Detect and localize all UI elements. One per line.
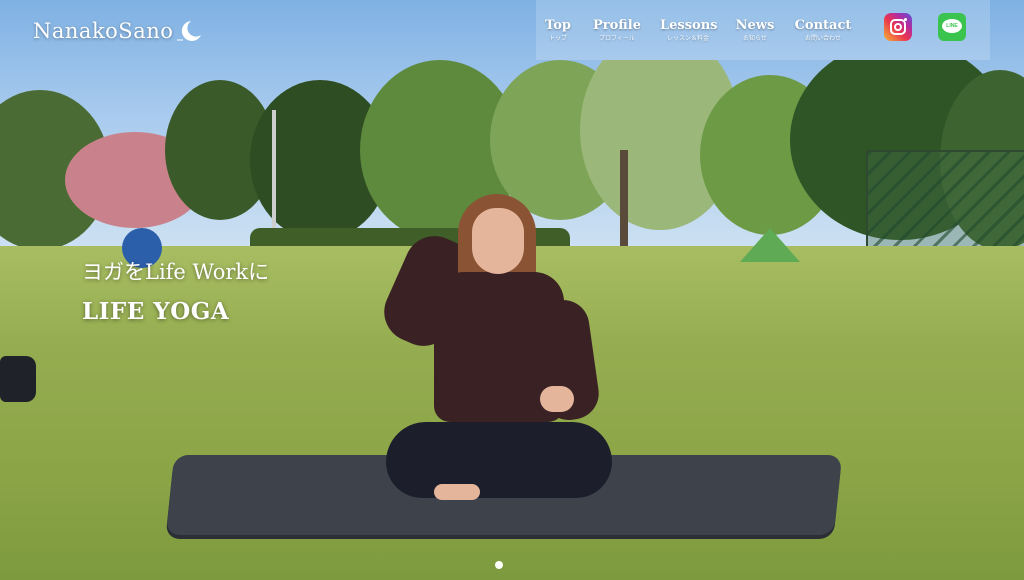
hero-title: LIFE YOGA: [82, 298, 230, 325]
line-icon-text: LINE: [942, 19, 962, 33]
nav-profile[interactable]: Profile プロフィール: [592, 18, 642, 44]
nav-news[interactable]: News お知らせ: [734, 18, 776, 44]
nav-news-sublabel: お知らせ: [743, 35, 767, 42]
yoga-person: [374, 190, 620, 510]
fence: [866, 150, 1024, 258]
moon-icon: [177, 21, 202, 41]
bag: [0, 356, 36, 402]
nav-lessons[interactable]: Lessons レッスン＆料金: [660, 18, 718, 44]
site-logo[interactable]: NanakoSano: [33, 18, 203, 44]
crossed-legs: [386, 422, 612, 498]
nav-top[interactable]: Top トップ: [544, 18, 572, 44]
line-icon[interactable]: LINE: [938, 13, 966, 41]
nav-news-label: News: [735, 18, 775, 33]
hero-tagline: ヨガをLife Workに: [82, 260, 270, 284]
nav-top-sublabel: トップ: [548, 35, 567, 42]
face: [472, 208, 524, 274]
nav-profile-label: Profile: [593, 18, 641, 33]
nav-lessons-sublabel: レッスン＆料金: [666, 35, 709, 42]
main-nav: Top トップ Profile プロフィール Lessons レッスン＆料金 N…: [536, 0, 990, 60]
nav-contact[interactable]: Contact お問い合わせ: [794, 18, 852, 44]
nav-top-label: Top: [545, 18, 571, 33]
nav-lessons-label: Lessons: [660, 18, 718, 33]
nav-profile-sublabel: プロフィール: [599, 35, 635, 42]
hand: [540, 386, 574, 412]
nav-contact-label: Contact: [794, 18, 852, 33]
instagram-icon[interactable]: [884, 13, 912, 41]
nav-contact-sublabel: お問い合わせ: [804, 35, 841, 42]
hero-image: [0, 0, 1024, 580]
logo-text: NanakoSano: [33, 19, 174, 43]
slider-dot[interactable]: [495, 561, 503, 569]
foot: [434, 484, 480, 500]
tent: [740, 228, 800, 262]
